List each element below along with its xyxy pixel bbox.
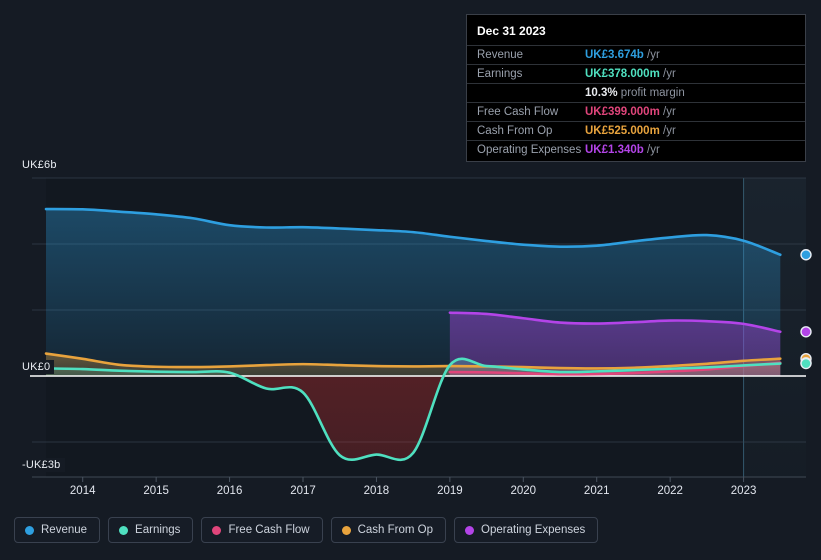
tooltip-row: Free Cash Flow UK£399.000m /yr [467, 102, 805, 121]
legend-item-operating-expenses[interactable]: Operating Expenses [454, 517, 599, 543]
revenue-endpoint-marker[interactable] [800, 249, 812, 261]
tooltip-row-value-wrap: UK£1.340b /yr [585, 144, 660, 156]
x-axis-tick-label: 2016 [216, 485, 243, 497]
y-axis-tick-label: -UK£3b [22, 458, 65, 472]
legend-item-cash-from-op[interactable]: Cash From Op [330, 517, 447, 543]
x-axis-tick-label: 2018 [363, 485, 390, 497]
tooltip-row: 10.3% profit margin [467, 83, 805, 102]
tooltip-row-value: UK£1.340b [585, 144, 644, 156]
x-axis-tick-label: 2022 [657, 485, 683, 497]
legend-item-revenue[interactable]: Revenue [14, 517, 101, 543]
tooltip-row: Cash From Op UK£525.000m /yr [467, 121, 805, 140]
tooltip-row-value-wrap: 10.3% profit margin [585, 87, 685, 99]
tooltip-row-value: UK£525.000m [585, 125, 660, 137]
tooltip-row-value: UK£3.674b [585, 49, 644, 61]
earnings-endpoint-marker[interactable] [800, 357, 812, 370]
legend-item-label: Cash From Op [357, 524, 434, 536]
legend-item-free-cash-flow[interactable]: Free Cash Flow [201, 517, 323, 543]
tooltip-row-label: Revenue [477, 49, 524, 61]
tooltip-row-label: Operating Expenses [477, 144, 582, 156]
chart-tooltip: Dec 31 2023 Revenue UK£3.674b /yr Earnings… [466, 14, 806, 162]
financial-chart-page: UK£6b UK£0 -UK£3b 2014 2015 2016 2017 2018 2019… [0, 0, 821, 560]
x-axis-tick-label: 2020 [510, 485, 537, 497]
tooltip-row-label: Earnings [477, 68, 523, 80]
tooltip-row-label: Free Cash Flow [477, 106, 559, 118]
legend-color-dot-icon [212, 525, 222, 535]
tooltip-row-unit: /yr [659, 125, 676, 137]
legend-item-earnings[interactable]: Earnings [108, 517, 194, 543]
tooltip-row-value: UK£399.000m [585, 106, 660, 118]
tooltip-row-value-wrap: UK£525.000m /yr [585, 125, 676, 137]
legend-item-label: Earnings [135, 524, 181, 536]
tooltip-rows: Revenue UK£3.674b /yr Earnings UK£378.000m … [467, 45, 805, 159]
tooltip-row-value-wrap: UK£378.000m /yr [585, 68, 676, 80]
tooltip-date: Dec 31 2023 [477, 24, 546, 38]
operating-expenses-endpoint-marker[interactable] [800, 326, 812, 338]
tooltip-row-unit: /yr [643, 144, 660, 156]
x-axis-tick-label: 2023 [730, 485, 757, 497]
tooltip-row-label: Cash From Op [477, 125, 553, 137]
tooltip-row-unit: /yr [659, 68, 676, 80]
x-axis-tick-label: 2021 [583, 485, 610, 497]
chart-legend: Revenue Earnings Free Cash Flow Cash From O… [0, 508, 821, 552]
tooltip-row: Revenue UK£3.674b /yr [467, 45, 805, 64]
legend-color-dot-icon [465, 525, 475, 535]
tooltip-row-value: 10.3% [585, 87, 618, 99]
y-axis-tick-label: UK£6b [22, 158, 61, 172]
x-axis-tick-label: 2017 [290, 485, 316, 497]
legend-color-dot-icon [25, 525, 34, 535]
x-axis-tick-label: 2014 [69, 485, 96, 497]
tooltip-row-unit: profit margin [617, 87, 685, 99]
x-axis-tick-label: 2015 [143, 485, 169, 497]
tooltip-row: Operating Expenses UK£1.340b /yr [467, 140, 805, 159]
legend-item-label: Free Cash Flow [228, 524, 310, 536]
legend-color-dot-icon [119, 525, 129, 535]
legend-item-label: Revenue [41, 524, 88, 536]
legend-item-label: Operating Expenses [481, 524, 586, 536]
tooltip-row-unit: /yr [643, 49, 660, 61]
tooltip-row: Earnings UK£378.000m /yr [467, 64, 805, 83]
y-axis-tick-label: UK£0 [22, 360, 55, 374]
tooltip-row-value: UK£378.000m [585, 68, 660, 80]
legend-color-dot-icon [341, 525, 351, 535]
tooltip-row-unit: /yr [659, 106, 676, 118]
x-axis-tick-label: 2019 [437, 485, 463, 497]
tooltip-row-value-wrap: UK£3.674b /yr [585, 49, 660, 61]
tooltip-row-value-wrap: UK£399.000m /yr [585, 106, 676, 118]
